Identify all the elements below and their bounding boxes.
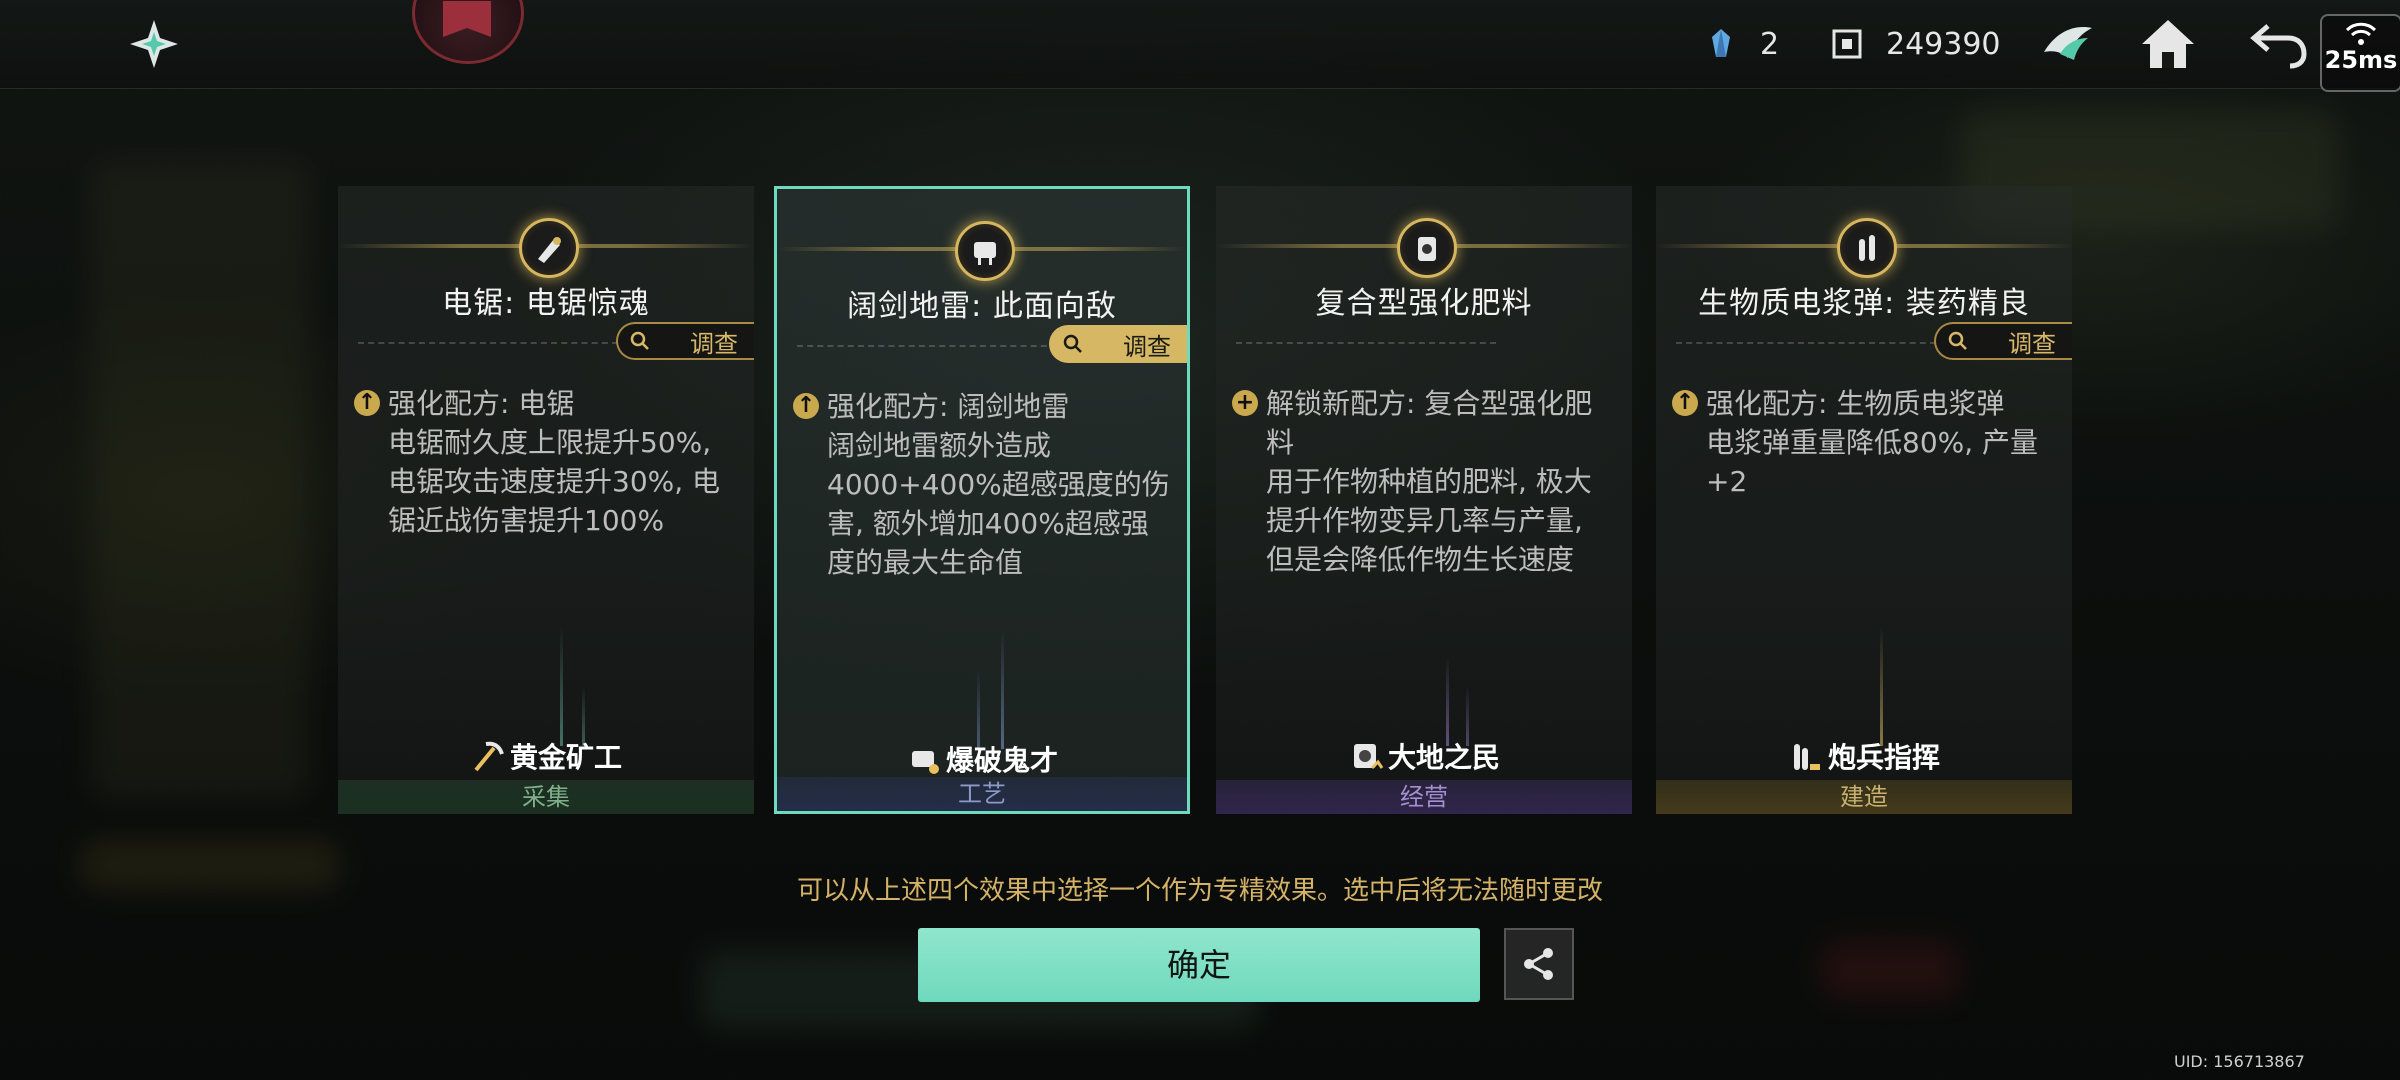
dashed-divider bbox=[358, 342, 618, 344]
talent-name: 大地之民 bbox=[1216, 736, 1632, 776]
currency-count: 249390 bbox=[1886, 26, 2001, 62]
card-title: 生物质电浆弹: 装药精良 bbox=[1698, 286, 2030, 321]
desc-head: 解锁新配方: 复合型强化肥料 bbox=[1266, 387, 1593, 459]
selection-hint: 可以从上述四个效果中选择一个作为专精效果。选中后将无法随时更改 bbox=[796, 876, 1603, 906]
ammo-icon bbox=[1837, 218, 1897, 278]
investigate-button[interactable]: 调查 bbox=[616, 322, 754, 360]
light-beam bbox=[977, 669, 980, 749]
network-ping: 25ms bbox=[2320, 14, 2400, 92]
card-title: 复合型强化肥料 bbox=[1315, 286, 1533, 321]
dashed-divider bbox=[797, 345, 1057, 347]
light-beam bbox=[1001, 629, 1004, 749]
talent-name: 爆破鬼才 bbox=[777, 739, 1187, 779]
category-label: 采集 bbox=[338, 780, 754, 814]
desc-head: 强化配方: 阔剑地雷 bbox=[827, 390, 1070, 423]
light-beam bbox=[1446, 656, 1449, 746]
pickaxe-icon bbox=[474, 741, 504, 772]
home-icon[interactable] bbox=[2138, 14, 2198, 74]
top-bar: 2 249390 25ms bbox=[0, 0, 2400, 92]
background-blur bbox=[1820, 940, 1960, 1000]
talent-name: 黄金矿工 bbox=[338, 736, 754, 776]
search-icon bbox=[1063, 334, 1082, 353]
desc-head: 强化配方: 生物质电浆弹 bbox=[1706, 387, 2005, 420]
upgrade-arrow-icon: ↑ bbox=[354, 390, 380, 416]
desc-head: 强化配方: 电锯 bbox=[388, 387, 575, 420]
ping-value: 25ms bbox=[2324, 46, 2398, 74]
confirm-button[interactable]: 确定 bbox=[918, 928, 1480, 1002]
desc-body: 用于作物种植的肥料, 极大提升作物变异几率与产量, 但是会降低作物生长速度 bbox=[1266, 465, 1592, 576]
investigate-label: 调查 bbox=[2008, 329, 2056, 358]
investigate-button[interactable]: 调查 bbox=[1049, 325, 1187, 363]
crystal-count: 2 bbox=[1760, 26, 1780, 62]
guild-badge[interactable] bbox=[412, 0, 524, 64]
perk-card-chainsaw[interactable]: 电锯: 电锯惊魂 调查 ↑ 强化配方: 电锯 电锯耐久度上限提升50%, 电锯攻击… bbox=[338, 186, 754, 814]
card-description: + 解锁新配方: 复合型强化肥料 用于作物种植的肥料, 极大提升作物变异几率与产量… bbox=[1232, 384, 1612, 579]
upgrade-arrow-icon: ↑ bbox=[793, 393, 819, 419]
farmer-icon bbox=[1353, 744, 1384, 770]
share-icon bbox=[1524, 948, 1553, 980]
currency-resource: 249390 bbox=[1830, 22, 2001, 66]
desc-body: 电浆弹重量降低80%, 产量+2 bbox=[1706, 426, 2039, 498]
wifi-icon bbox=[2345, 22, 2377, 45]
crystal-resource: 2 bbox=[1704, 22, 1779, 66]
perk-card-claymore[interactable]: 阔剑地雷: 此面向敌 调查 ↑ 强化配方: 阔剑地雷 阔剑地雷额外造成4000+4… bbox=[774, 186, 1190, 814]
artillery-shell-icon bbox=[1793, 744, 1820, 770]
currency-icon bbox=[1832, 29, 1862, 59]
investigate-label: 调查 bbox=[690, 329, 738, 358]
desc-body: 阔剑地雷额外造成4000+400%超感强度的伤害, 额外增加400%超感强度的最… bbox=[827, 429, 1170, 579]
investigate-label: 调查 bbox=[1123, 332, 1171, 361]
talent-label: 炮兵指挥 bbox=[1827, 741, 1940, 774]
card-title: 电锯: 电锯惊魂 bbox=[442, 286, 650, 321]
talent-label: 爆破鬼才 bbox=[945, 744, 1058, 777]
dashed-divider bbox=[1236, 342, 1496, 344]
perk-card-fertilizer[interactable]: 复合型强化肥料 + 解锁新配方: 复合型强化肥料 用于作物种植的肥料, 极大提升作… bbox=[1216, 186, 1632, 814]
light-beam bbox=[560, 626, 563, 746]
category-label: 经营 bbox=[1216, 780, 1632, 814]
desc-body: 电锯耐久度上限提升50%, 电锯攻击速度提升30%, 电锯近战伤害提升100% bbox=[388, 426, 721, 537]
talent-label: 黄金矿工 bbox=[509, 741, 622, 774]
fertilizer-bag-icon bbox=[1397, 218, 1457, 278]
crystal-icon bbox=[1712, 29, 1730, 57]
upgrade-arrow-icon: ↑ bbox=[1672, 390, 1698, 416]
card-description: ↑ 强化配方: 生物质电浆弹 电浆弹重量降低80%, 产量+2 bbox=[1672, 384, 2052, 501]
chainsaw-icon bbox=[519, 218, 579, 278]
card-description: ↑ 强化配方: 阔剑地雷 阔剑地雷额外造成4000+400%超感强度的伤害, 额外… bbox=[793, 387, 1173, 582]
search-icon bbox=[1948, 331, 1967, 350]
dashed-divider bbox=[1676, 342, 1936, 344]
perk-card-plasma-round[interactable]: 生物质电浆弹: 装药精良 调查 ↑ 强化配方: 生物质电浆弹 电浆弹重量降低80%… bbox=[1656, 186, 2072, 814]
share-button[interactable] bbox=[1504, 928, 1574, 1000]
user-id: UID: 156713867 bbox=[2174, 1052, 2305, 1071]
explosive-icon bbox=[911, 751, 939, 774]
light-beam bbox=[1880, 626, 1883, 746]
claymore-mine-icon bbox=[955, 221, 1015, 281]
category-label: 建造 bbox=[1656, 780, 2072, 814]
talent-label: 大地之民 bbox=[1387, 741, 1500, 774]
back-arrow-icon[interactable] bbox=[2248, 14, 2308, 74]
background-blur bbox=[90, 160, 310, 800]
card-title: 阔剑地雷: 此面向敌 bbox=[847, 289, 1117, 324]
wing-emblem-icon[interactable] bbox=[2038, 14, 2098, 74]
talent-name: 炮兵指挥 bbox=[1656, 736, 2072, 776]
investigate-button[interactable]: 调查 bbox=[1934, 322, 2072, 360]
category-label: 工艺 bbox=[777, 777, 1187, 811]
card-description: ↑ 强化配方: 电锯 电锯耐久度上限提升50%, 电锯攻击速度提升30%, 电锯近… bbox=[354, 384, 734, 540]
plus-icon: + bbox=[1232, 390, 1258, 416]
search-icon bbox=[630, 331, 649, 350]
shuriken-logo-icon[interactable] bbox=[126, 16, 182, 72]
